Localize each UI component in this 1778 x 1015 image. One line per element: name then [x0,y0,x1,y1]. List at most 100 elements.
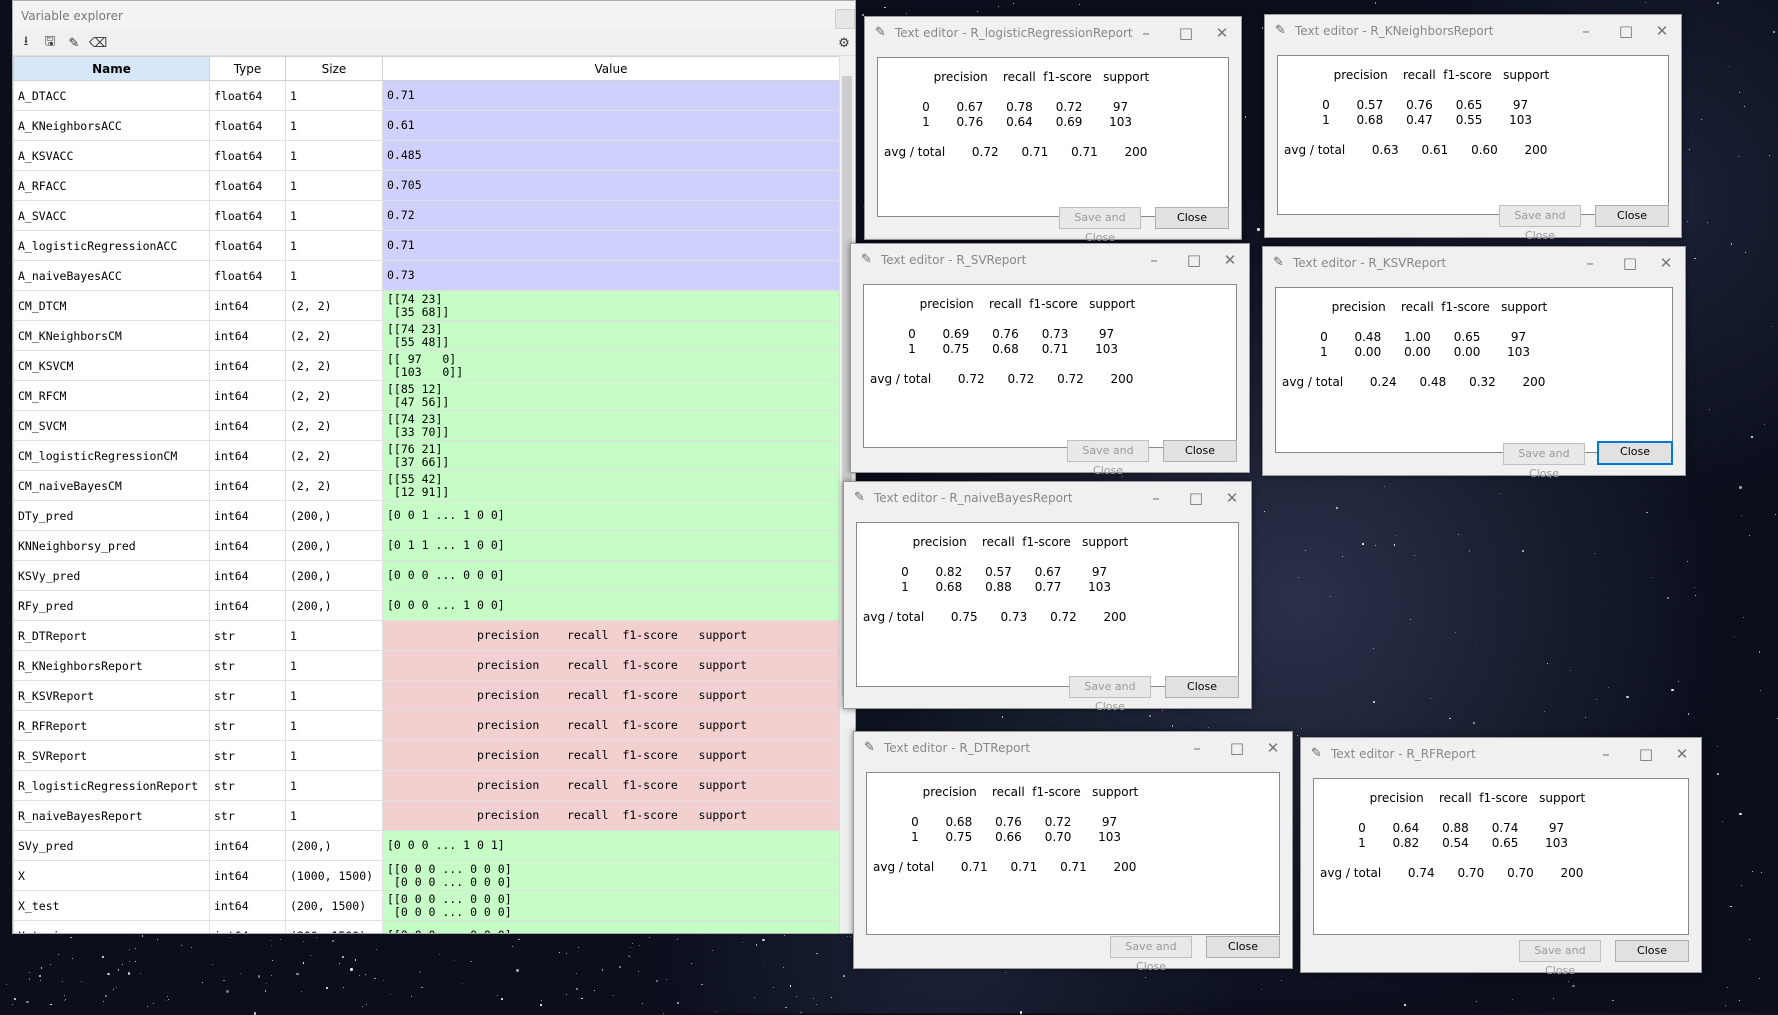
maximize-icon[interactable]: □ [1179,244,1209,276]
variable-type-cell[interactable]: int64 [209,290,286,321]
variable-type-cell[interactable]: str [209,680,286,711]
variable-size-cell[interactable]: (200,) [285,590,383,621]
variable-size-cell[interactable]: (2, 2) [285,290,383,321]
text-editor-window[interactable]: ✎ Text editor - R_logisticRegressionRepor… [864,16,1242,244]
text-editor-window[interactable]: ✎ Text editor - R_RFReport – □ ✕ precision r… [1300,737,1702,977]
minimize-icon[interactable]: – [1571,15,1601,47]
table-row[interactable]: CM_RFCM int64 (2, 2) [[85 12] [47 56]] [13,380,839,411]
variable-type-cell[interactable]: float64 [209,80,286,111]
window-title-bar[interactable]: ✎ Text editor - R_logisticRegressionRepor… [865,17,1241,49]
minimize-icon[interactable]: – [1139,244,1169,276]
close-button[interactable]: Close [1155,207,1229,229]
window-title-bar[interactable]: ✎ Text editor - R_RFReport – □ ✕ [1301,738,1701,770]
close-icon[interactable]: ✕ [1207,17,1237,49]
variable-size-cell[interactable]: (200,) [285,830,383,861]
close-button[interactable]: Close [1597,441,1673,465]
table-row[interactable]: DTy_pred int64 (200,) [0 0 1 ... 1 0 0] [13,500,839,531]
variable-size-cell[interactable]: (200,) [285,530,383,561]
variable-value-cell[interactable]: [[74 23] [35 68]] [382,290,839,321]
close-icon[interactable]: ✕ [1667,738,1697,770]
variable-type-cell[interactable]: int64 [209,380,286,411]
variable-size-cell[interactable]: (2, 2) [285,440,383,471]
variable-value-cell[interactable]: [[55 42] [12 91]] [382,470,839,501]
variable-size-cell[interactable]: (2, 2) [285,470,383,501]
variable-type-cell[interactable]: str [209,770,286,801]
variable-value-cell[interactable]: 0.72 [382,200,839,231]
column-header-value[interactable]: Value [382,56,839,81]
variable-name-cell[interactable]: CM_naiveBayesCM [13,470,210,501]
text-editor-window[interactable]: ✎ Text editor - R_SVReport – □ ✕ precision r… [850,243,1250,477]
table-row[interactable]: CM_KSVCM int64 (2, 2)[[ 97 0] [103 0]] [13,350,839,381]
variable-type-cell[interactable]: int64 [209,350,286,381]
variable-name-cell[interactable]: R_KSVReport [13,680,210,711]
variable-value-cell[interactable]: precision recall f1-score support [382,740,839,771]
window-title-bar[interactable]: ✎ Text editor - R_KSVReport – □ ✕ [1263,247,1685,279]
variable-size-cell[interactable]: 1 [285,740,383,771]
maximize-icon[interactable]: □ [1181,482,1211,514]
table-row[interactable]: CM_SVCM int64 (2, 2) [[74 23] [33 70]] [13,410,839,441]
table-row[interactable]: X_trainint64(800, 1500)[[0 0 0 ... 0 0 0… [13,920,839,933]
variable-name-cell[interactable]: A_KNeighborsACC [13,110,210,141]
variable-value-cell[interactable]: 0.73 [382,260,839,291]
variable-name-cell[interactable]: R_DTReport [13,620,210,651]
maximize-icon[interactable]: □ [1615,247,1645,279]
variable-name-cell[interactable]: CM_KSVCM [13,350,210,381]
variable-size-cell[interactable]: 1 [285,770,383,801]
variable-size-cell[interactable]: (800, 1500) [285,920,383,933]
close-button[interactable]: Close [1165,676,1239,698]
variable-value-cell[interactable]: [0 0 0 ... 0 0 0] [382,560,839,591]
import-data-icon[interactable]: ⭳ [17,34,35,52]
variable-name-cell[interactable]: KNNeighborsy_pred [13,530,210,561]
variable-value-cell[interactable]: [[0 0 0 ... 0 0 0] [382,920,839,933]
save-as-icon[interactable]: ✎ [65,34,83,52]
variable-type-cell[interactable]: float64 [209,200,286,231]
variable-type-cell[interactable]: str [209,620,286,651]
variable-size-cell[interactable]: (2, 2) [285,380,383,411]
variable-name-cell[interactable]: A_naiveBayesACC [13,260,210,291]
variable-name-cell[interactable]: A_KSVACC [13,140,210,171]
variable-type-cell[interactable]: int64 [209,830,286,861]
variable-value-cell[interactable]: [0 0 1 ... 1 0 0] [382,500,839,531]
table-row[interactable]: CM_naiveBayesCM int64 (2, 2) [[55 42] [12 9… [13,470,839,501]
report-text-area[interactable]: precision recall f1-score support 0 0.69… [863,284,1237,448]
window-title-bar[interactable]: ✎ Text editor - R_DTReport – □ ✕ [854,732,1292,764]
column-header-size[interactable]: Size [285,56,383,81]
variable-value-cell[interactable]: precision recall f1-score support [382,650,839,681]
window-title-bar[interactable]: ✎ Text editor - R_KNeighborsReport – □ ✕ [1265,15,1681,47]
column-header-name[interactable]: Name [13,56,210,81]
close-button[interactable]: Close [1206,936,1280,958]
table-row[interactable]: A_SVACC float64 1 0.72 [13,200,839,231]
variable-size-cell[interactable]: 1 [285,170,383,201]
variable-type-cell[interactable]: int64 [209,560,286,591]
text-editor-window[interactable]: ✎ Text editor - R_DTReport – □ ✕ precision r… [853,731,1293,973]
text-editor-window[interactable]: ✎ Text editor - R_KNeighborsReport – □ ✕ pre… [1264,14,1682,242]
variable-type-cell[interactable]: str [209,800,286,831]
variable-type-cell[interactable]: str [209,710,286,741]
variable-size-cell[interactable]: 1 [285,710,383,741]
variable-name-cell[interactable]: R_naiveBayesReport [13,800,210,831]
table-row[interactable]: A_DTACC float64 1 0.71 [13,80,839,111]
variable-type-cell[interactable]: str [209,740,286,771]
variable-size-cell[interactable]: 1 [285,230,383,261]
minimize-icon[interactable]: – [1575,247,1605,279]
variable-name-cell[interactable]: R_KNeighborsReport [13,650,210,681]
table-row[interactable]: R_RFReport str 1 precision recall f1-score… [13,710,839,741]
text-editor-window[interactable]: ✎ Text editor - R_KSVReport – □ ✕ precision … [1262,246,1686,480]
variable-name-cell[interactable]: CM_KNeighborsCM [13,320,210,351]
variable-value-cell[interactable]: 0.485 [382,140,839,171]
variable-name-cell[interactable]: DTy_pred [13,500,210,531]
variable-value-cell[interactable]: [[0 0 0 ... 0 0 0] [0 0 0 ... 0 0 0] [382,860,839,891]
column-header-type[interactable]: Type [209,56,286,81]
variable-name-cell[interactable]: A_RFACC [13,170,210,201]
report-text-area[interactable]: precision recall f1-score support 0 0.64… [1313,778,1689,935]
save-and-close-button[interactable]: Save and Close [1519,940,1601,977]
close-button[interactable]: Close [1595,205,1669,227]
variable-size-cell[interactable]: 1 [285,800,383,831]
variable-name-cell[interactable]: SVy_pred [13,830,210,861]
minimize-icon[interactable]: – [1182,732,1212,764]
variable-size-cell[interactable]: (2, 2) [285,350,383,381]
variable-name-cell[interactable]: A_DTACC [13,80,210,111]
variable-value-cell[interactable]: [[ 97 0] [103 0]] [382,350,839,381]
variable-type-cell[interactable]: int64 [209,500,286,531]
variable-size-cell[interactable]: 1 [285,110,383,141]
